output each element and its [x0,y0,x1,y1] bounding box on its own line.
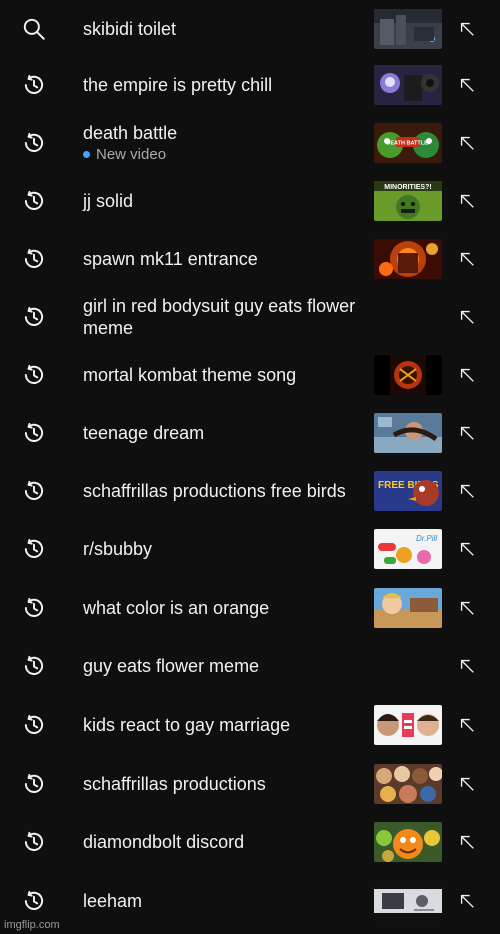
schaffrillas-thumbnail [374,764,442,804]
history-row[interactable]: skibidi toilet [0,0,500,58]
history-row[interactable]: mortal kombat theme song [0,346,500,404]
history-row[interactable]: diamondbolt discord [0,813,500,871]
history-icon [20,594,48,622]
history-query: diamondbolt discord [83,832,245,852]
history-query: guy eats flower meme [83,656,260,676]
history-query-with-sub: death battle New video [83,122,371,165]
fill-query-arrow-icon[interactable] [456,364,478,386]
fill-query-arrow-icon[interactable] [456,890,478,912]
dr-pill-text: Dr.Pill [416,534,437,543]
hulk-thumb-text: MINORITIES?! [384,184,431,191]
fill-query-arrow-icon[interactable] [456,831,478,853]
mortal-kombat-thumbnail [374,355,442,395]
empire-thumbnail [374,65,442,105]
history-query: what color is an orange [83,598,270,618]
history-row[interactable]: girl in red bodysuit guy eats flower mem… [0,288,500,346]
death-battle-logo-text: DEATH BATTLE! [386,141,429,147]
fill-query-arrow-icon[interactable] [456,422,478,444]
fill-query-arrow-icon[interactable] [456,74,478,96]
spawn-thumbnail [374,239,442,279]
fill-query-arrow-icon[interactable] [456,655,478,677]
fill-query-arrow-icon[interactable] [456,538,478,560]
history-row[interactable]: guy eats flower meme [0,637,500,695]
history-query: mortal kombat theme song [83,365,297,385]
free-birds-thumbnail: FREE BIRDS [374,471,442,511]
fill-query-arrow-icon[interactable] [456,132,478,154]
fill-query-arrow-icon[interactable] [456,773,478,795]
history-row[interactable]: kids react to gay marriage [0,696,500,754]
history-row[interactable]: jj solid MINORITIES?! [0,172,500,230]
new-video-indicator: New video [83,145,371,165]
kids-react-thumbnail [374,705,442,745]
history-icon [20,361,48,389]
hulk-thumbnail: MINORITIES?! [374,181,442,221]
history-icon [20,535,48,563]
history-row[interactable]: leeham [0,872,500,930]
fill-query-arrow-icon[interactable] [456,248,478,270]
history-query: r/sbubby [83,539,153,559]
history-icon [20,652,48,680]
watermark: imgflip.com [4,919,60,931]
history-icon [20,711,48,739]
history-row[interactable]: schaffrillas productions [0,755,500,813]
history-query: skibidi toilet [83,19,177,39]
history-icon [20,187,48,215]
history-row[interactable]: the empire is pretty chill [0,56,500,114]
fill-query-arrow-icon[interactable] [456,480,478,502]
history-row[interactable]: teenage dream [0,404,500,462]
history-icon [20,71,48,99]
history-row[interactable]: what color is an orange [0,579,500,637]
history-row[interactable]: schaffrillas productions free birds FREE… [0,462,500,520]
orange-thumbnail [374,588,442,628]
pills-thumbnail: Dr.Pill [374,529,442,569]
history-icon [20,477,48,505]
fill-query-arrow-icon[interactable] [456,597,478,619]
search-icon [20,15,48,43]
history-query: girl in red bodysuit guy eats flower mem… [83,296,356,338]
history-row[interactable]: r/sbubby Dr.Pill [0,520,500,578]
history-icon [20,303,48,331]
history-icon [20,245,48,273]
history-icon [20,419,48,447]
history-query: schaffrillas productions free birds [83,481,346,501]
history-row[interactable]: spawn mk11 entrance [0,230,500,288]
new-video-label: New video [96,145,167,163]
history-query: the empire is pretty chill [83,75,273,95]
history-icon [20,828,48,856]
history-query: death battle [83,122,178,143]
leeham-thumbnail [374,881,442,921]
history-query: leeham [83,891,143,911]
fill-query-arrow-icon[interactable] [456,306,478,328]
history-query: jj solid [83,191,134,211]
history-query: schaffrillas productions [83,774,266,794]
history-query: spawn mk11 entrance [83,249,258,269]
skibidi-toilet-thumbnail [374,9,442,49]
history-row[interactable]: death battle New video DEATH BATTLE! [0,114,500,172]
new-dot-icon [83,151,90,158]
fill-query-arrow-icon[interactable] [456,714,478,736]
teenage-dream-thumbnail [374,413,442,453]
death-battle-thumbnail: DEATH BATTLE! [374,123,442,163]
fill-query-arrow-icon[interactable] [456,190,478,212]
history-query: teenage dream [83,423,205,443]
history-query: kids react to gay marriage [83,715,291,735]
fill-query-arrow-icon[interactable] [456,18,478,40]
history-icon [20,129,48,157]
history-icon [20,770,48,798]
annoying-orange-thumbnail [374,822,442,862]
history-icon [20,887,48,915]
